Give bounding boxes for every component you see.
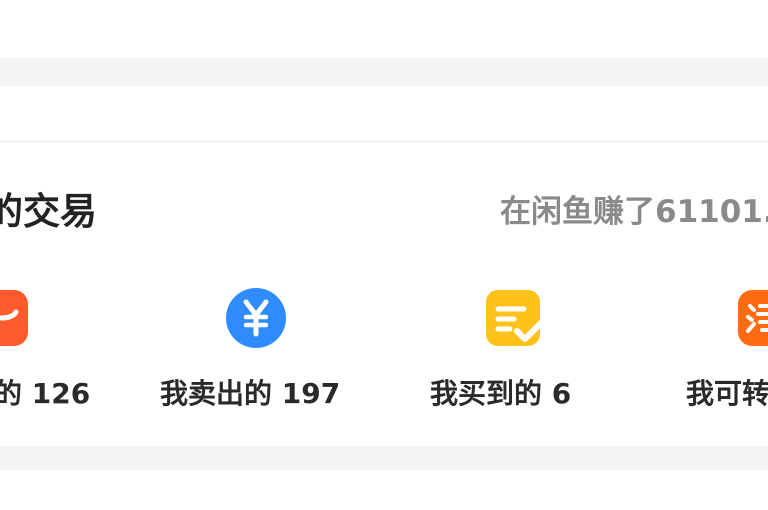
divider-band: [0, 86, 768, 142]
bottom-gray-band: [0, 446, 768, 470]
yen-icon: [224, 286, 288, 350]
resell-label: 我可转卖: [686, 377, 768, 410]
published-label: 我发布的 126: [0, 377, 91, 410]
earned-amount-link[interactable]: 在闲鱼赚了61101.5: [500, 190, 768, 234]
bought-item[interactable]: 我买到的 6: [430, 286, 620, 416]
trade-screen: 的交易 在闲鱼赚了61101.5 我发布的 126 我卖出的 197: [0, 0, 768, 510]
gray-gap: [0, 58, 768, 86]
resell-item[interactable]: 我可转卖: [682, 286, 768, 416]
xianyu-logo-icon: [734, 286, 768, 350]
sold-item[interactable]: 我卖出的 197: [160, 286, 380, 416]
published-item[interactable]: 我发布的 126: [0, 286, 160, 416]
footer-white-band: [0, 470, 768, 510]
shopping-bag-icon: [0, 286, 34, 350]
sold-label: 我卖出的 197: [160, 377, 341, 410]
section-title: 的交易: [0, 190, 97, 233]
bought-label: 我买到的 6: [430, 377, 572, 410]
checklist-icon: [482, 286, 546, 350]
top-white-band: [0, 0, 768, 58]
